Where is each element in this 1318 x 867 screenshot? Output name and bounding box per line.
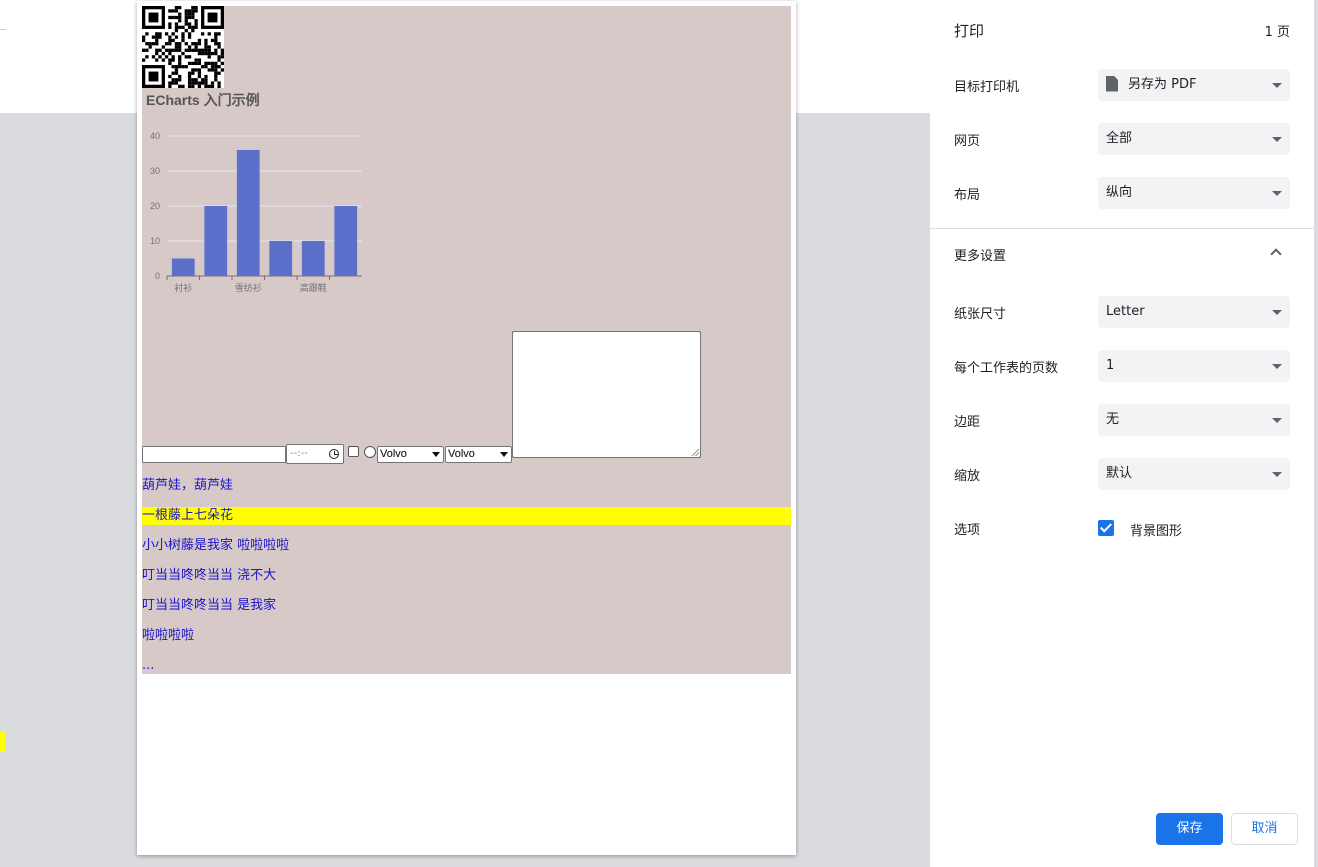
- scale-label: 缩放: [954, 469, 981, 484]
- lyric-line: 小小树藤是我家 啦啦啦啦: [142, 538, 290, 553]
- x-tick-label: 高跟鞋: [300, 282, 327, 293]
- lyric-line: 叮当当咚咚当当 是我家: [142, 598, 277, 613]
- chevron-down-icon: [1272, 418, 1282, 423]
- background-graphics-checkbox[interactable]: [1098, 520, 1114, 536]
- layout-label: 布局: [954, 188, 981, 203]
- page-count: 1 页: [1264, 25, 1290, 40]
- y-tick-label: 20: [150, 201, 160, 211]
- pages-label: 网页: [954, 134, 981, 149]
- y-tick-label: 30: [150, 166, 160, 176]
- bar-裤子[interactable]: [269, 241, 293, 276]
- paper-size-value: Letter: [1106, 304, 1145, 319]
- text-input[interactable]: [142, 446, 286, 463]
- bar-羊毛衫[interactable]: [204, 206, 228, 276]
- pages-per-sheet-dropdown[interactable]: 1: [1098, 350, 1290, 382]
- bar-袜子[interactable]: [334, 206, 358, 276]
- select-value: Volvo: [448, 448, 475, 460]
- chevron-down-icon: [1272, 472, 1282, 477]
- pages-dropdown[interactable]: 全部: [1098, 123, 1290, 155]
- lyric-line: 啦啦啦啦: [142, 628, 195, 643]
- chevron-down-icon: [1272, 310, 1282, 315]
- layout-value: 纵向: [1106, 185, 1133, 200]
- document-icon: [1106, 75, 1118, 92]
- printer-dropdown[interactable]: 另存为 PDF: [1098, 69, 1290, 101]
- cancel-button[interactable]: 取消: [1231, 813, 1298, 845]
- pages-per-sheet-value: 1: [1106, 358, 1115, 373]
- textarea-field[interactable]: [512, 331, 701, 458]
- chevron-down-icon: [432, 452, 440, 457]
- bar-高跟鞋[interactable]: [301, 241, 325, 276]
- panel-title: 打印: [954, 22, 985, 40]
- print-preview-page: ECharts 入门示例 0 10 20 30 40 衬衫 雪纺衫 高跟鞋 --:-- Vol…: [137, 1, 796, 855]
- chevron-down-icon: [500, 452, 508, 457]
- checkbox[interactable]: [348, 446, 359, 457]
- time-input[interactable]: --:--: [286, 444, 344, 464]
- clock-icon[interactable]: [329, 449, 339, 459]
- paper-size-dropdown[interactable]: Letter: [1098, 296, 1290, 328]
- chevron-down-icon: [1272, 364, 1282, 369]
- car-select-2[interactable]: Volvo: [445, 446, 512, 463]
- divider: [930, 228, 1314, 229]
- qr-code-icon: [142, 6, 224, 88]
- more-settings-toggle[interactable]: 更多设置: [954, 245, 1006, 264]
- chevron-down-icon: [1272, 83, 1282, 88]
- bar-chart: 0 10 20 30 40 衬衫 雪纺衫 高跟鞋: [150, 131, 362, 293]
- radio-button[interactable]: [364, 446, 376, 458]
- lyric-line: ...: [142, 658, 155, 673]
- background-highlight-left: [0, 732, 6, 752]
- pages-value: 全部: [1106, 131, 1133, 146]
- page-content: ECharts 入门示例 0 10 20 30 40 衬衫 雪纺衫 高跟鞋 --:-- Vol…: [142, 6, 791, 674]
- save-button[interactable]: 保存: [1156, 813, 1223, 845]
- time-placeholder: --:--: [290, 448, 308, 459]
- bar-雪纺衫[interactable]: [236, 150, 260, 276]
- print-settings-panel: 打印 1 页 目标打印机 另存为 PDF 网页 全部 布局 纵向 更多设置 纸张…: [930, 0, 1314, 867]
- panel-edge: [1314, 0, 1318, 867]
- bar-衬衫[interactable]: [171, 258, 195, 277]
- car-select-1[interactable]: Volvo: [377, 446, 444, 463]
- scale-value: 默认: [1106, 466, 1133, 481]
- paper-size-label: 纸张尺寸: [954, 307, 1007, 322]
- options-label: 选项: [954, 523, 981, 538]
- background-graphics-label[interactable]: 背景图形: [1130, 520, 1182, 539]
- pages-per-sheet-label: 每个工作表的页数: [954, 361, 1059, 376]
- y-tick-label: 40: [150, 131, 160, 141]
- lyric-line: 叮当当咚咚当当 浇不大: [142, 568, 277, 583]
- margins-dropdown[interactable]: 无: [1098, 404, 1290, 436]
- y-tick-label: 0: [155, 271, 160, 281]
- page-title: ECharts 入门示例: [146, 92, 260, 108]
- printer-label: 目标打印机: [954, 80, 1020, 95]
- layout-dropdown[interactable]: 纵向: [1098, 177, 1290, 209]
- scale-dropdown[interactable]: 默认: [1098, 458, 1290, 490]
- background-edge: [0, 0, 6, 30]
- y-tick-label: 10: [150, 236, 160, 246]
- x-tick-label: 雪纺衫: [235, 282, 262, 293]
- chevron-down-icon: [1272, 191, 1282, 196]
- x-tick-label: 衬衫: [174, 282, 192, 293]
- chevron-down-icon: [1272, 137, 1282, 142]
- form-controls: --:-- Volvo Volvo: [142, 444, 522, 464]
- chevron-up-icon[interactable]: [1270, 248, 1282, 260]
- margins-label: 边距: [954, 415, 981, 430]
- select-value: Volvo: [380, 448, 407, 460]
- lyric-line: 葫芦娃，葫芦娃: [142, 478, 234, 493]
- lyric-line-highlighted: 一根藤上七朵花: [142, 507, 791, 525]
- margins-value: 无: [1106, 412, 1120, 427]
- printer-value: 另存为 PDF: [1128, 77, 1197, 92]
